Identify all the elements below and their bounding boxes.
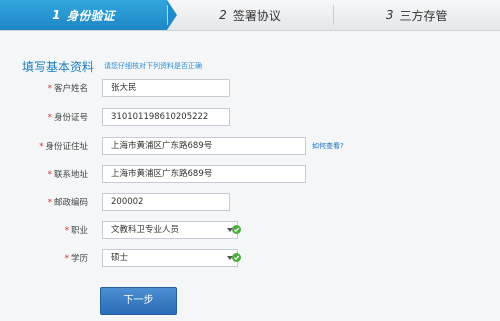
required-mark: * [47,170,52,180]
required-mark: * [47,198,52,208]
form-row-education: * 学历 硕士 [0,249,500,267]
required-mark: * [39,142,44,152]
how-to-check-link[interactable]: 如何查看? [312,141,344,151]
form-row-occupation: * 职业 文教科卫专业人员 [0,221,500,239]
id-number-input[interactable]: 310101198610205222 [102,108,230,126]
step-number: 2 [219,8,227,22]
contact-address-label: * 联系地址 [47,170,88,180]
step-label: 身份验证 [66,8,115,23]
form-row-postal-code: * 邮政编码 200002 [0,193,500,211]
step-label: 三方存管 [399,8,448,23]
required-mark: * [47,84,52,94]
step-identity-verification: 1 身份验证 [0,0,177,30]
check-circle-icon [232,225,241,234]
required-mark: * [64,226,69,236]
form-row-contact-address: * 联系地址 上海市黄浦区广东路689号 [0,165,500,183]
check-circle-icon [232,253,241,262]
contact-address-input[interactable]: 上海市黄浦区广东路689号 [102,165,306,183]
id-address-input[interactable]: 上海市黄浦区广东路689号 [102,137,306,155]
step-sign-agreement: 2 签署协议 [166,0,334,30]
education-select[interactable]: 硕士 [102,249,238,267]
postal-code-label: * 邮政编码 [47,198,88,208]
name-label: * 客户姓名 [47,84,88,94]
form-row-id-address: * 身份证住址 上海市黄浦区广东路689号 如何查看? [0,137,500,155]
occupation-label: * 职业 [64,226,88,236]
required-mark: * [47,113,52,123]
occupation-select[interactable]: 文教科卫专业人员 [102,221,238,239]
step-label: 签署协议 [232,8,281,23]
name-input[interactable]: 张大民 [102,79,230,97]
education-value: 硕士 [111,253,129,263]
step-number: 1 [52,8,61,22]
required-mark: * [64,254,69,264]
step-third-party-custody: 3 三方存管 [333,0,500,30]
step-number: 3 [385,8,394,22]
form-row-name: * 客户姓名 张大民 [0,79,500,97]
education-label: * 学历 [64,254,88,264]
form-row-id-number: * 身份证号 310101198610205222 [0,108,500,126]
occupation-value: 文教科卫专业人员 [111,225,180,235]
postal-code-input[interactable]: 200002 [102,193,230,211]
id-number-label: * 身份证号 [47,113,88,123]
section-hint: 请您仔细核对下列资料是否正确 [104,62,202,70]
step-progress-bar: 1 身份验证 2 签署协议 3 三方存管 [0,0,500,31]
id-address-label: * 身份证住址 [39,142,88,152]
section-title: 填写基本资料 [22,60,95,74]
next-step-button[interactable]: 下一步 [100,287,177,315]
